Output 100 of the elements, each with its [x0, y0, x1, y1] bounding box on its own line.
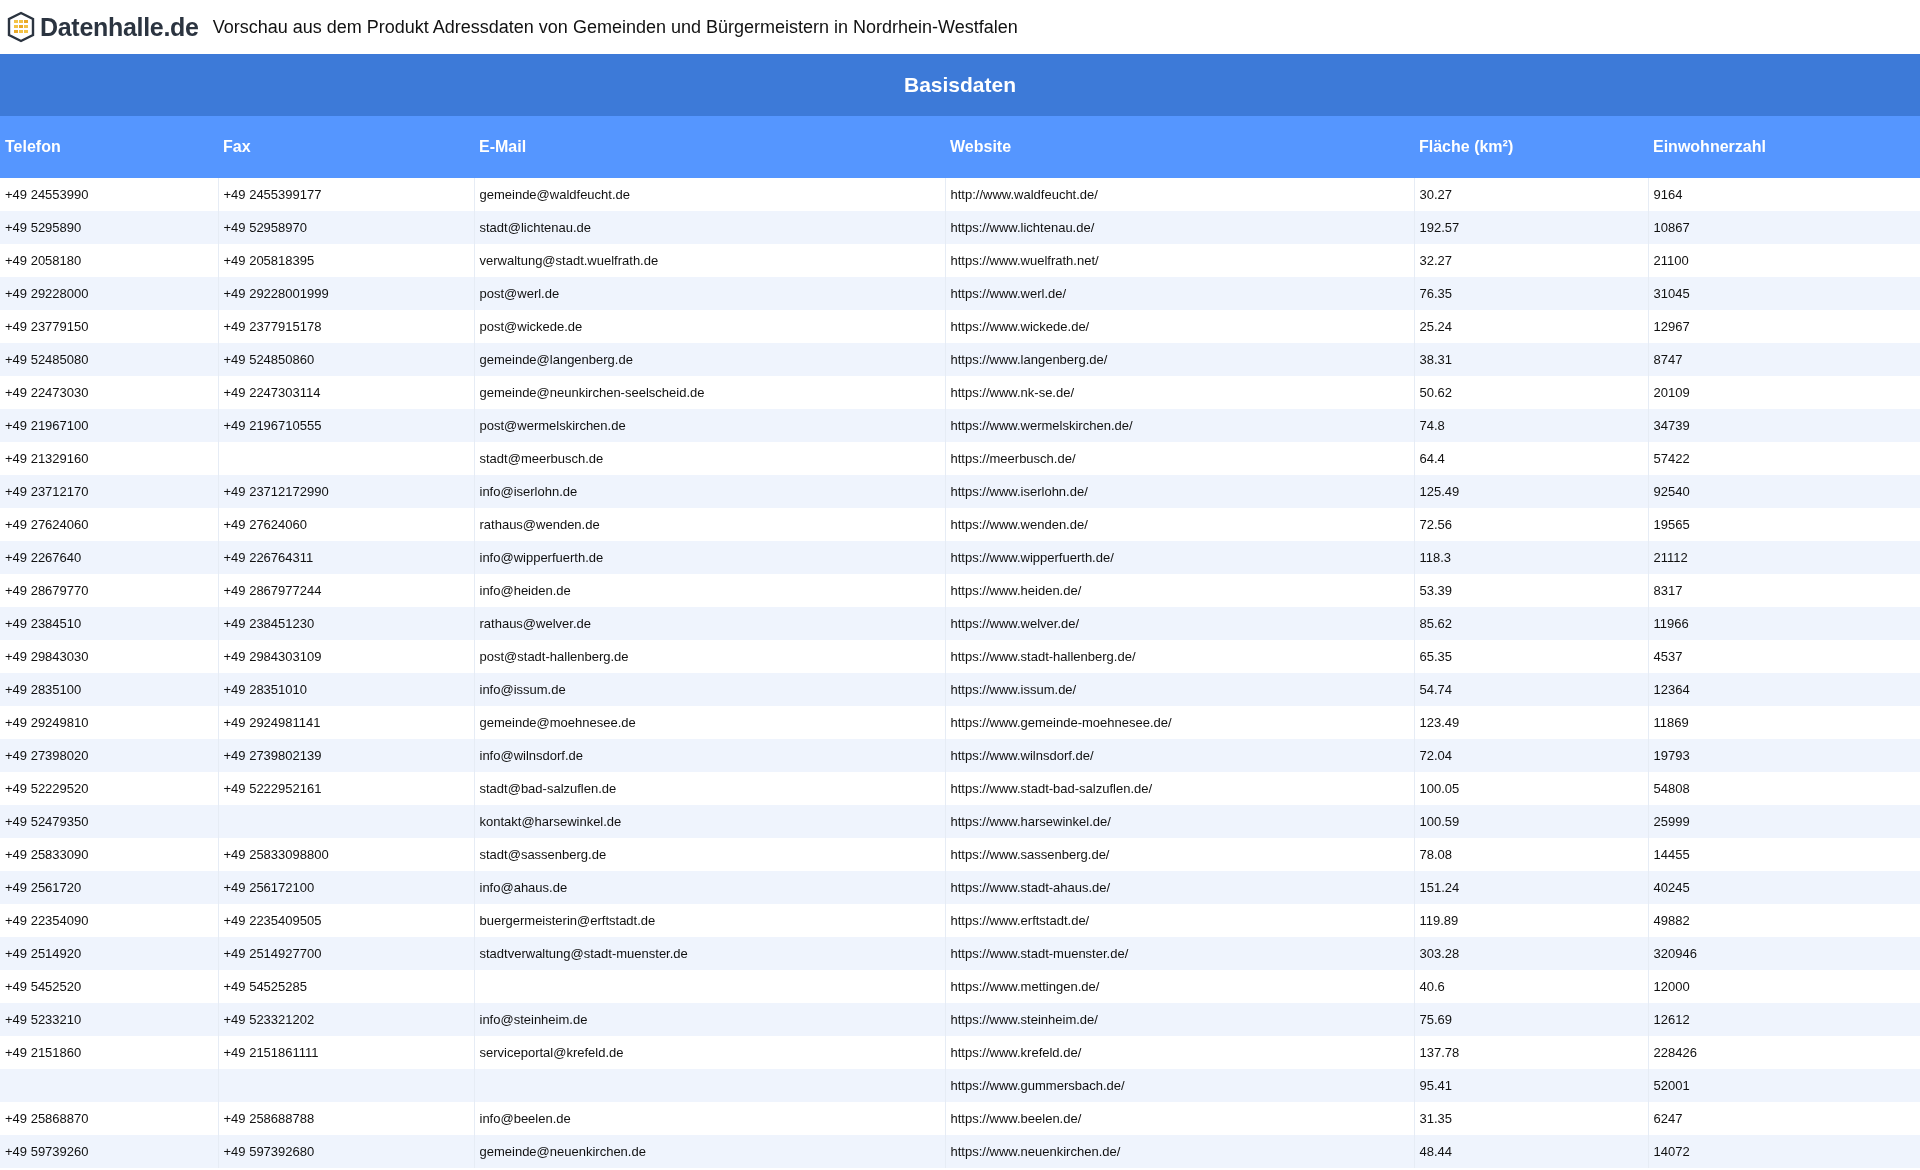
table-cell: +49 22473030 [5, 385, 89, 400]
table-cell: https://www.heiden.de/ [950, 583, 1082, 598]
group-heading: Basisdaten [0, 54, 1920, 116]
table-cell: https://www.issum.de/ [950, 682, 1077, 697]
table-cell: post@stadt-hallenberg.de [479, 649, 629, 664]
table-cell: 19793 [1653, 748, 1690, 763]
table-cell: https://www.harsewinkel.de/ [950, 814, 1111, 829]
table-cell: https://www.lichtenau.de/ [950, 220, 1095, 235]
table-cell: +49 2235409505 [223, 913, 322, 928]
table-cell: +49 29228000 [5, 286, 89, 301]
table-cell: +49 226764311 [223, 550, 314, 565]
table-cell: 125.49 [1419, 484, 1460, 499]
table-cell: 85.62 [1419, 616, 1453, 631]
table-cell: https://www.erftstadt.de/ [950, 913, 1090, 928]
table-cell: https://www.iserlohn.de/ [950, 484, 1088, 499]
table-cell: 95.41 [1419, 1078, 1453, 1093]
table-cell: https://www.neuenkirchen.de/ [950, 1144, 1121, 1159]
table-cell: +49 2835100 [5, 682, 82, 697]
table-cell: stadt@sassenberg.de [479, 847, 607, 862]
table-cell: 14072 [1653, 1144, 1690, 1159]
page-title: Vorschau aus dem Produkt Adressdaten von Gemeinden und Bürgermeistern in Nordrhein-Westfalen [212, 16, 1018, 38]
table-cell: +49 21329160 [5, 451, 89, 466]
table-cell: gemeinde@waldfeucht.de [479, 187, 630, 202]
table-cell: info@beelen.de [479, 1111, 571, 1126]
table-cell: +49 23779150 [5, 319, 89, 334]
table-cell: +49 238451230 [223, 616, 315, 631]
table-cell: info@wilnsdorf.de [479, 748, 584, 763]
table-cell: https://www.gemeinde-moehnesee.de/ [950, 715, 1172, 730]
table-cell: https://meerbusch.de/ [950, 451, 1076, 466]
table-cell: 100.05 [1419, 781, 1460, 796]
table-cell: gemeinde@moehnesee.de [479, 715, 636, 730]
table-cell: https://www.mettingen.de/ [950, 979, 1100, 994]
table-cell: https://www.welver.de/ [950, 616, 1080, 631]
table-cell: +49 2739802139 [223, 748, 322, 763]
table-cell: 65.35 [1419, 649, 1453, 664]
table-cell: info@wipperfuerth.de [479, 550, 604, 565]
table-cell: 320946 [1653, 946, 1697, 961]
table-cell: 34739 [1653, 418, 1690, 433]
table-cell: 8317 [1653, 583, 1683, 598]
table-cell: info@issum.de [479, 682, 566, 697]
table-cell: 123.49 [1419, 715, 1460, 730]
table-cell: 40245 [1653, 880, 1690, 895]
table-cell: post@wickede.de [479, 319, 583, 334]
column-header: Fax [218, 116, 474, 178]
table-cell: post@wermelskirchen.de [479, 418, 626, 433]
table-cell: post@werl.de [479, 286, 560, 301]
table-cell: 78.08 [1419, 847, 1453, 862]
table-cell: https://www.stadt-ahaus.de/ [950, 880, 1111, 895]
table-cell: 74.8 [1419, 418, 1445, 433]
table-cell: info@iserlohn.de [479, 484, 578, 499]
table-cell: stadt@bad-salzuflen.de [479, 781, 617, 796]
table-cell: +49 2247303114 [223, 385, 321, 400]
table-cell: https://www.beelen.de/ [950, 1111, 1082, 1126]
table-cell: 72.04 [1419, 748, 1453, 763]
table-cell: 9164 [1653, 187, 1683, 202]
table-cell: +49 2867977244 [223, 583, 322, 598]
table-cell: https://www.wilnsdorf.de/ [950, 748, 1094, 763]
table-cell: +49 22354090 [5, 913, 89, 928]
table-cell: +49 5295890 [5, 220, 82, 235]
table-cell: 151.24 [1419, 880, 1460, 895]
table-cell: 118.3 [1419, 550, 1452, 565]
table-cell: +49 23712172990 [223, 484, 329, 499]
table-cell: 40.6 [1419, 979, 1445, 994]
table-cell: 72.56 [1419, 517, 1453, 532]
column-header: Einwohnerzahl [1648, 116, 1920, 178]
table-cell: 21100 [1653, 253, 1689, 268]
table-cell: https://www.nk-se.de/ [950, 385, 1075, 400]
table-cell: https://www.wickede.de/ [950, 319, 1090, 334]
table-cell: stadt@lichtenau.de [479, 220, 591, 235]
table-cell: 38.31 [1419, 352, 1453, 367]
table-cell: 92540 [1653, 484, 1690, 499]
table-cell: 54.74 [1419, 682, 1453, 697]
table-cell: kontakt@harsewinkel.de [479, 814, 622, 829]
table-cell: 228426 [1653, 1045, 1697, 1060]
table-cell: 12000 [1653, 979, 1690, 994]
table-cell: +49 29249810 [5, 715, 89, 730]
table-cell: +49 5233210 [5, 1012, 82, 1027]
logo-text[interactable]: Datenhalle.de [40, 12, 199, 42]
table-cell: 14455 [1653, 847, 1690, 862]
table-cell: +49 524850860 [223, 352, 315, 367]
table-cell: 20109 [1653, 385, 1690, 400]
table-cell: stadt@meerbusch.de [479, 451, 604, 466]
table-cell: +49 52479350 [5, 814, 89, 829]
table-cell: https://www.gummersbach.de/ [950, 1078, 1125, 1093]
table-cell: +49 205818395 [223, 253, 315, 268]
table-cell: 4537 [1653, 649, 1683, 664]
table-cell: gemeinde@neunkirchen-seelscheid.de [479, 385, 705, 400]
table-cell: 48.44 [1419, 1144, 1453, 1159]
table-cell: +49 2151861111 [223, 1045, 319, 1060]
column-header: Telefon [0, 116, 218, 178]
table-cell: 303.28 [1419, 946, 1460, 961]
table-cell: info@heiden.de [479, 583, 571, 598]
table-cell: +49 597392680 [223, 1144, 315, 1159]
table-cell: https://www.wipperfuerth.de/ [950, 550, 1114, 565]
table-cell: +49 25868870 [5, 1111, 89, 1126]
table-cell: 192.57 [1419, 220, 1460, 235]
table-cell: 100.59 [1419, 814, 1460, 829]
table-cell: https://www.wermelskirchen.de/ [950, 418, 1133, 433]
table-cell: 21112 [1653, 550, 1688, 565]
table-cell: gemeinde@langenberg.de [479, 352, 633, 367]
